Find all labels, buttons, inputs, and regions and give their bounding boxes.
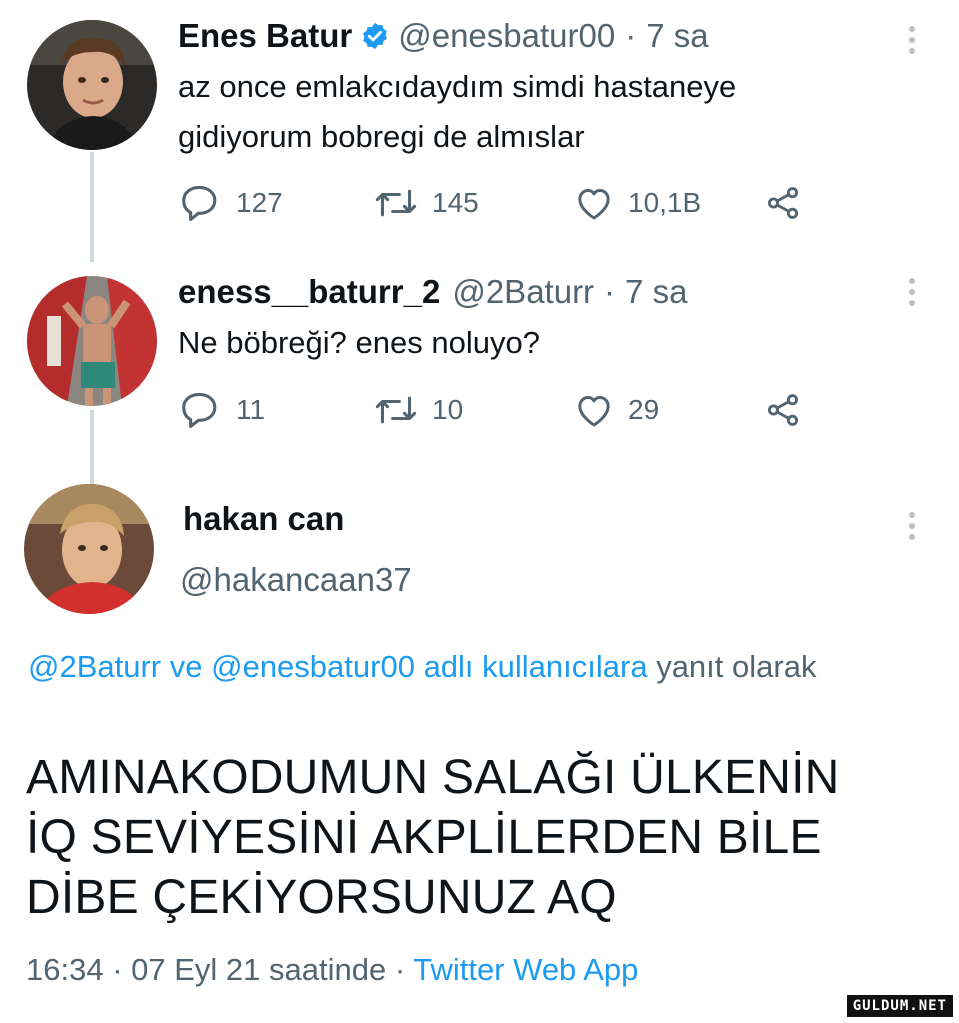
reply-button[interactable]: 127 [180,184,374,222]
thread-line [90,152,94,262]
tweet-actions: 11 10 29 [180,391,802,429]
retweet-count: 145 [432,187,479,218]
avatar[interactable] [27,20,157,150]
tweet-header: eness__baturr_2 @2Baturr · 7 sa [178,273,687,311]
retweet-count: 10 [432,394,464,425]
reply-count: 11 [236,394,266,425]
display-name[interactable]: Enes Batur [178,17,352,55]
tweet-actions: 127 145 10,1B [180,184,802,222]
tweet-time[interactable]: 16:34 [26,952,104,987]
display-name[interactable]: hakan can [183,500,344,538]
display-name[interactable]: eness__baturr_2 [178,273,440,311]
heart-icon [578,189,610,220]
focused-user-handle-row: @hakancaan37 [180,561,412,599]
mention-link[interactable]: @2Baturr [28,649,161,684]
separator-dot: · [625,17,637,54]
tweet-date[interactable]: 07 Eyl 21 saatinde [131,952,386,987]
more-vertical-icon[interactable] [908,512,916,545]
more-vertical-icon[interactable] [908,26,916,59]
reply-icon [182,185,217,221]
thread-line [90,410,94,486]
retweet-button[interactable]: 145 [374,185,574,221]
like-button[interactable]: 29 [574,391,764,429]
tweet-text-line: gidiyorum bobregi de almıslar [178,119,585,154]
tweet-text-line: az once emlakcıdaydım simdi hastaneye [178,69,737,104]
retweet-icon [375,189,417,217]
verified-badge-icon [360,21,390,51]
share-button[interactable] [764,392,802,428]
share-icon [767,394,799,426]
avatar[interactable] [27,276,157,406]
separator-dot: · [103,952,132,987]
mention-link[interactable]: @enesbatur00 [211,649,415,684]
separator-dot: · [604,273,616,310]
heart-icon [578,396,610,427]
like-button[interactable]: 10,1B [574,184,764,222]
user-handle[interactable]: @2Baturr [452,273,594,311]
tweet-text: az once emlakcıdaydım simdi hastaneye gi… [178,62,736,162]
replying-to-tail: yanıt olarak [647,649,817,684]
tweet-source[interactable]: Twitter Web App [413,952,638,987]
tweet-text: AMINAKODUMUN SALAĞI ÜLKENİN İQ SEVİYESİN… [26,748,946,928]
tweet-header: Enes Batur @enesbatur00 · 7 sa [178,17,709,55]
avatar[interactable] [24,484,154,614]
user-handle[interactable]: @enesbatur00 [398,17,615,55]
share-icon [767,187,799,219]
tweet-text-line: DİBE ÇEKİYORSUNUZ AQ [26,871,617,924]
separator-dot: · [386,952,414,987]
reply-button[interactable]: 11 [180,391,374,429]
more-vertical-icon[interactable] [908,278,916,311]
tweet-text-line: AMINAKODUMUN SALAĞI ÜLKENİN [26,751,840,804]
like-count: 10,1B [628,187,702,218]
watermark: GULDUM.NET [846,995,953,1017]
tweet-text: Ne böbreği? enes noluyo? [178,318,540,368]
replying-to-users-link[interactable]: adlı kullanıcılara [415,649,648,684]
reply-count: 127 [236,187,283,218]
tweet-text-line: İQ SEVİYESİNİ AKPLİLERDEN BİLE [26,811,822,864]
tweet-meta: 16:34 · 07 Eyl 21 saatinde · Twitter Web… [26,952,638,988]
reply-icon [182,392,217,428]
tweet-text-line: Ne böbreği? enes noluyo? [178,325,540,360]
retweet-button[interactable]: 10 [374,392,574,428]
replying-to-conjunction: ve [161,649,212,684]
like-count: 29 [628,394,660,425]
focused-user-name-row: hakan can [183,500,344,538]
timestamp[interactable]: 7 sa [625,273,687,311]
user-handle[interactable]: @hakancaan37 [180,561,412,599]
retweet-icon [375,396,417,424]
replying-to: @2Baturr ve @enesbatur00 adlı kullanıcıl… [28,642,908,692]
timestamp[interactable]: 7 sa [646,17,708,55]
share-button[interactable] [764,185,802,221]
